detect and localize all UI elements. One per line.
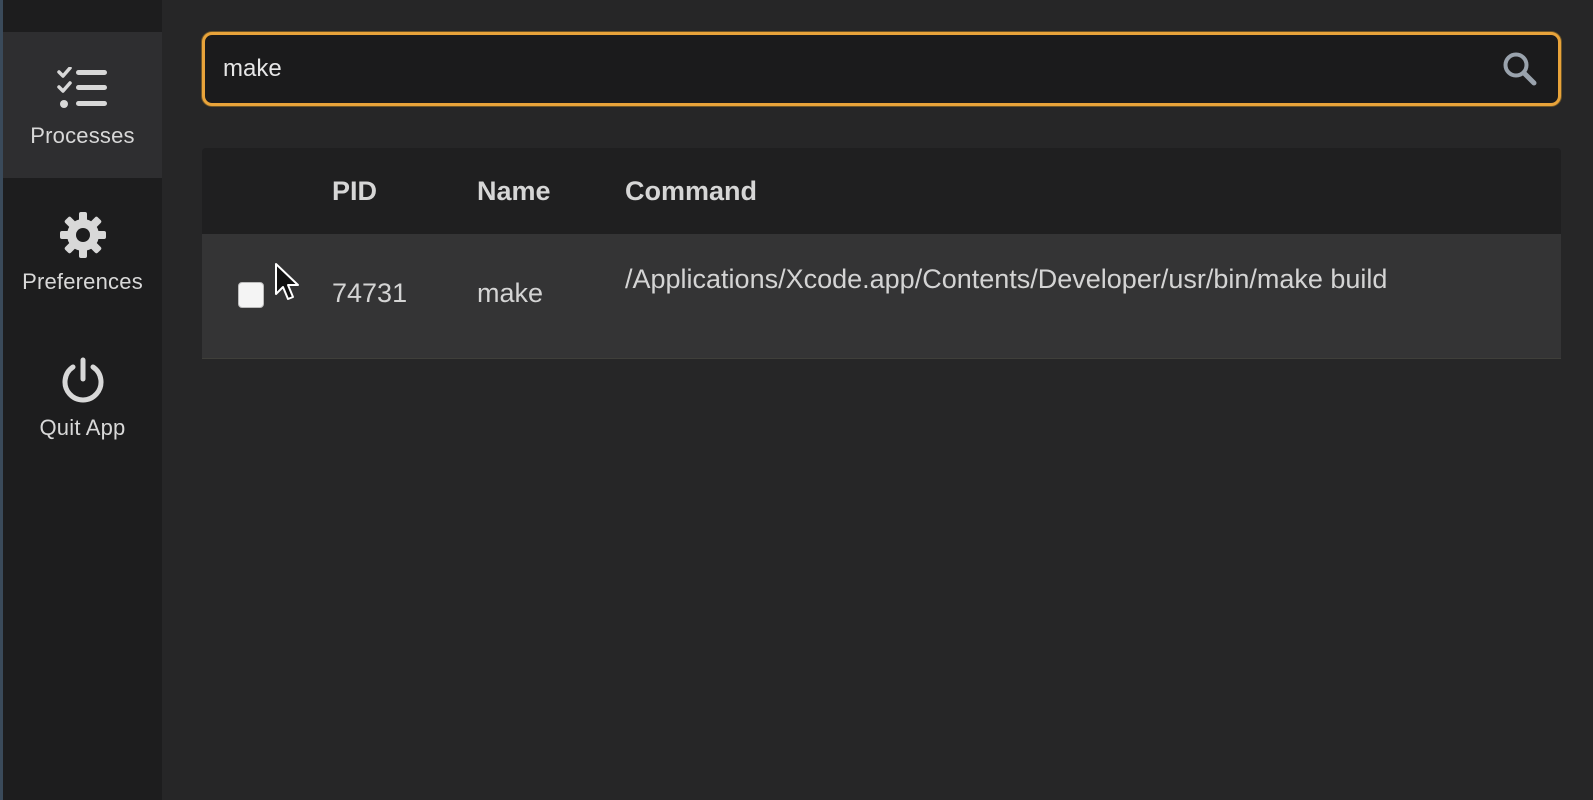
gear-icon [55,207,111,263]
sidebar: Processes Preferences Quit App [0,0,162,800]
sidebar-item-processes[interactable]: Processes [3,32,162,178]
row-name: make [477,278,544,308]
column-header-pid[interactable]: PID [332,148,377,234]
process-table: PID Name Command 74731 make /Application… [202,148,1561,359]
sidebar-item-label: Preferences [22,269,143,294]
row-command: /Applications/Xcode.app/Contents/Develop… [625,264,1388,294]
app-window: Processes Preferences Quit App make PID … [0,0,1593,800]
column-header-command[interactable]: Command [625,148,757,234]
table-row[interactable]: 74731 make /Applications/Xcode.app/Conte… [202,234,1561,359]
search-input[interactable] [205,35,1500,103]
row-pid: 74731 [332,278,408,308]
task-list-icon [55,61,111,117]
column-header-name[interactable]: Name [477,148,551,234]
power-icon [55,353,111,409]
search-icon[interactable] [1500,49,1540,89]
table-header: PID Name Command [202,148,1561,234]
search-box [202,32,1561,106]
sidebar-item-quit-app[interactable]: Quit App [3,324,162,470]
sidebar-item-label: Quit App [39,415,126,440]
row-select-checkbox[interactable] [238,282,264,308]
sidebar-item-preferences[interactable]: Preferences [3,178,162,324]
sidebar-item-label: Processes [30,123,135,148]
